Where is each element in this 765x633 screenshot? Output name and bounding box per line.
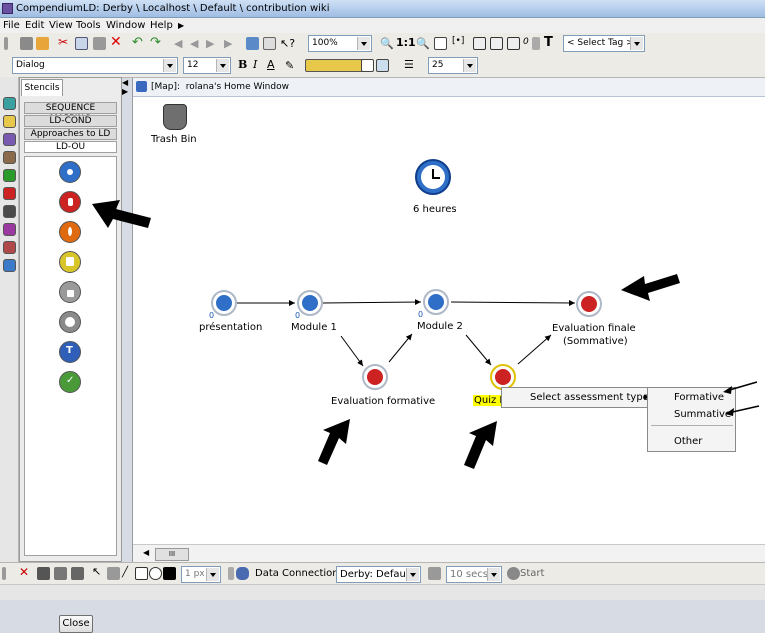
annotation-arrows	[92, 200, 760, 469]
start-button[interactable]: Start	[520, 568, 544, 579]
arrow-stencil-annotation	[92, 200, 151, 228]
arrow-quiz-annotation	[464, 421, 497, 469]
line-width-select[interactable]: 1 px	[181, 566, 221, 583]
draw-delete-icon[interactable]: ✕	[19, 565, 32, 579]
draw-rect-icon[interactable]	[135, 567, 148, 580]
status-bar	[0, 584, 765, 600]
draw-eraser-icon[interactable]	[71, 567, 84, 580]
interval-select[interactable]: 10 secs	[446, 566, 502, 583]
bottom-grip-icon	[2, 567, 6, 580]
draw-ellipse-icon[interactable]	[149, 567, 162, 580]
draw-pencil-icon[interactable]	[107, 567, 120, 580]
draw-pointer-icon[interactable]: ↖	[92, 565, 105, 578]
divider-icon	[228, 567, 234, 580]
close-button[interactable]: Close	[59, 615, 93, 633]
database-icon	[236, 567, 249, 580]
drawing-toolbar: ✕ ↖ ╱ 1 px Data Connection: Derby: Defau…	[0, 562, 765, 585]
record-icon[interactable]	[507, 567, 520, 580]
data-connection-label: Data Connection:	[255, 568, 343, 579]
data-connection-select[interactable]: Derby: Default	[336, 566, 421, 583]
draw-color-swatch[interactable]	[163, 567, 176, 580]
document-icon[interactable]	[428, 567, 441, 580]
draw-save-icon[interactable]	[54, 567, 67, 580]
draw-stack-icon[interactable]	[37, 567, 50, 580]
arrow-evalfinale-annotation	[621, 274, 680, 301]
arrow-evalformative-annotation	[318, 419, 350, 465]
draw-line-icon[interactable]: ╱	[122, 567, 135, 580]
